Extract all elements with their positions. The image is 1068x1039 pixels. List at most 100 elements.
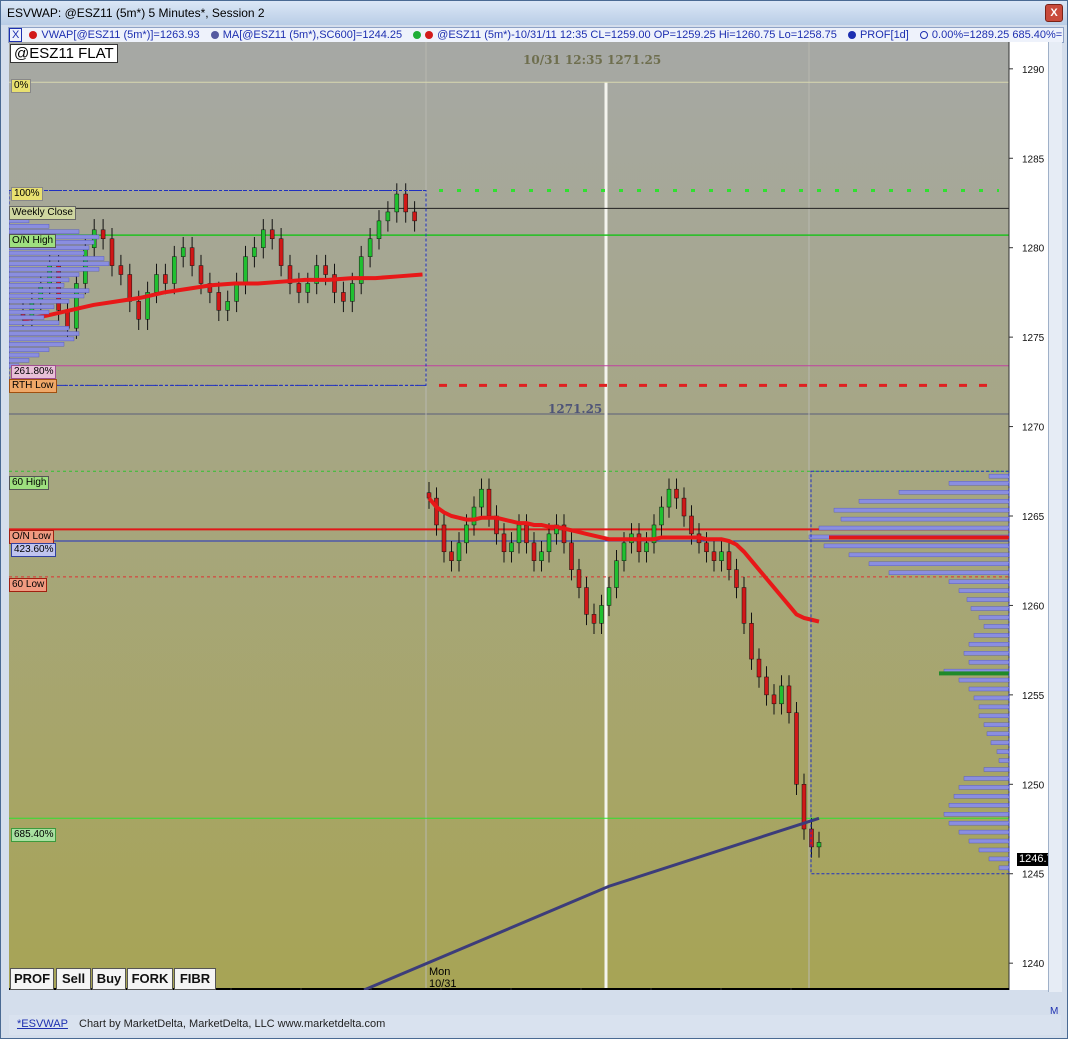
session2-candle-body: [591, 614, 597, 624]
prof-readout: PROF[1d]: [847, 29, 913, 41]
level-label-weekly-close: Weekly Close: [9, 206, 76, 220]
volume-profile-bar: [948, 579, 1010, 584]
red-dot-icon: [425, 31, 434, 40]
vwap-value: VWAP[@ESZ11 (5m*)]=1263.93: [41, 29, 200, 41]
red-dot-icon: [29, 31, 38, 40]
session1-candle-body: [109, 238, 115, 266]
level-label-100pct: 100%: [11, 187, 43, 201]
volume-profile-bar: [888, 570, 1010, 575]
session2-candle-body: [741, 587, 747, 624]
session1-candle-body: [118, 265, 124, 275]
session1-candle-body: [100, 229, 106, 240]
session1-candle-body: [296, 283, 302, 293]
session2-candle-body: [471, 506, 477, 526]
volume-profile-bar: [943, 812, 1010, 817]
volume-profile-bar: [948, 481, 1010, 486]
session2-candle-body: [501, 533, 507, 553]
y-tick-label: 1290: [1022, 65, 1045, 76]
session2-candle-body: [674, 488, 679, 499]
level-label-60-high: 60 High: [9, 476, 50, 490]
y-tick-label: 1250: [1022, 780, 1045, 791]
volume-profile-bar: [983, 767, 1010, 772]
status-symbol-link[interactable]: *ESVWAP: [17, 1018, 68, 1030]
close-window-button[interactable]: X: [1045, 4, 1063, 22]
session2-candle-body: [569, 542, 574, 570]
prof-button[interactable]: PROF: [10, 968, 54, 990]
session2-candle-body: [659, 506, 664, 526]
session1-candle-body: [225, 301, 230, 311]
session2-candle-body: [509, 542, 514, 553]
title-bar[interactable]: ESVWAP: @ESZ11 (5m*) 5 Minutes*, Session…: [1, 1, 1067, 25]
volume-profile-bar: [958, 829, 1010, 835]
vwap-readout: VWAP[@ESZ11 (5m*)]=1263.93: [29, 29, 203, 41]
session1-candle-body: [252, 247, 257, 257]
ma-readout: MA[@ESZ11 (5m*),SC600]=1244.25: [210, 29, 406, 41]
fork-button[interactable]: FORK: [127, 968, 173, 990]
level-label-261pct: 261.80%: [11, 365, 57, 379]
volume-profile-bar-session1: [9, 342, 65, 347]
session2-candle-body: [546, 533, 552, 553]
volume-profile-bar-session1: [9, 266, 100, 272]
session1-candle-body: [385, 211, 391, 222]
session2-candle-body: [726, 551, 732, 570]
level-label-rth-low: RTH Low: [9, 379, 57, 393]
volume-profile-bar: [818, 525, 1010, 531]
volume-profile-bar: [968, 686, 1010, 692]
session1-candle-body: [403, 193, 408, 213]
volume-profile-bar-session1: [9, 336, 75, 342]
volume-profile-bar: [840, 516, 1010, 522]
volume-profile-bar-session1: [9, 309, 50, 315]
volume-profile-bar-session1: [9, 299, 70, 304]
status-bar: *ESVWAP Chart by MarketDelta, MarketDelt…: [9, 1015, 1061, 1035]
symbol-box: @ESZ11 FLAT: [10, 44, 118, 63]
volume-profile-vwap-band: [829, 535, 1009, 540]
session1-candle-body: [341, 292, 346, 302]
session-day-label: Mon: [429, 966, 451, 978]
session2-candle-body: [764, 676, 769, 696]
volume-profile-bar: [990, 740, 1010, 745]
indicator-info-bar: X VWAP[@ESZ11 (5m*)]=1263.93 MA[@ESZ11 (…: [8, 27, 1064, 43]
y-tick-label: 1255: [1022, 691, 1045, 702]
sell-button[interactable]: Sell: [56, 968, 91, 990]
chart-canvas[interactable]: 1240 1245 1250 1255 1260 1265 1270 1275 1280 1285…: [9, 42, 1049, 990]
fib-value: 0.00%=1289.25 685.40%=1248.1: [931, 29, 1063, 41]
y-tick-label: 1280: [1022, 244, 1045, 255]
volume-profile-bar: [983, 722, 1010, 727]
volume-profile-bar-session1: [9, 256, 105, 261]
volume-profile-bar: [966, 597, 1010, 602]
volume-profile-bar-session1: [9, 229, 80, 234]
ohlc-value: @ESZ11 (5m*)-10/31/11 12:35 CL=1259.00 O…: [437, 29, 837, 41]
price-chart[interactable]: 1240 1245 1250 1255 1260 1265 1270 1275 1280 1285…: [9, 42, 1049, 990]
volume-profile-bar: [973, 633, 1010, 638]
session2-candle-body: [816, 842, 822, 848]
volume-profile-bar: [998, 865, 1010, 871]
fib-readout: 0.00%=1289.25 685.40%=1248.1: [919, 29, 1063, 41]
session1-candle-body: [172, 256, 177, 284]
volume-profile-bar: [986, 731, 1010, 736]
session1-candle-body: [394, 193, 400, 213]
volume-profile-bar: [996, 749, 1010, 754]
volume-profile-bar: [868, 561, 1010, 566]
volume-profile-bar: [978, 615, 1010, 620]
volume-profile-bar: [968, 642, 1010, 647]
session1-candle-body: [261, 229, 266, 248]
volume-profile-bar-session1: [9, 272, 80, 277]
session1-candle-body: [376, 220, 382, 240]
volume-profile-bar: [970, 606, 1010, 611]
volume-profile-bar: [978, 704, 1010, 710]
ohlc-readout: @ESZ11 (5m*)-10/31/11 12:35 CL=1259.00 O…: [413, 29, 841, 41]
infobar-close-button[interactable]: X: [9, 28, 23, 42]
session2-candle-body: [434, 497, 439, 526]
volume-profile-bar-session1: [9, 224, 50, 229]
volume-profile-bar-session1: [9, 320, 60, 326]
level-label-0pct: 0%: [11, 79, 32, 93]
buy-button[interactable]: Buy: [92, 968, 126, 990]
session1-candle-body: [56, 265, 61, 311]
session2-candle-body: [584, 587, 589, 615]
session1-candle-body: [412, 211, 417, 222]
fibr-button[interactable]: FIBR: [174, 968, 216, 990]
y-tick-label: 1265: [1022, 512, 1045, 523]
volume-profile-bar: [973, 695, 1010, 701]
right-scrollbar[interactable]: M: [1048, 42, 1062, 1017]
session1-candle-body: [278, 238, 284, 266]
